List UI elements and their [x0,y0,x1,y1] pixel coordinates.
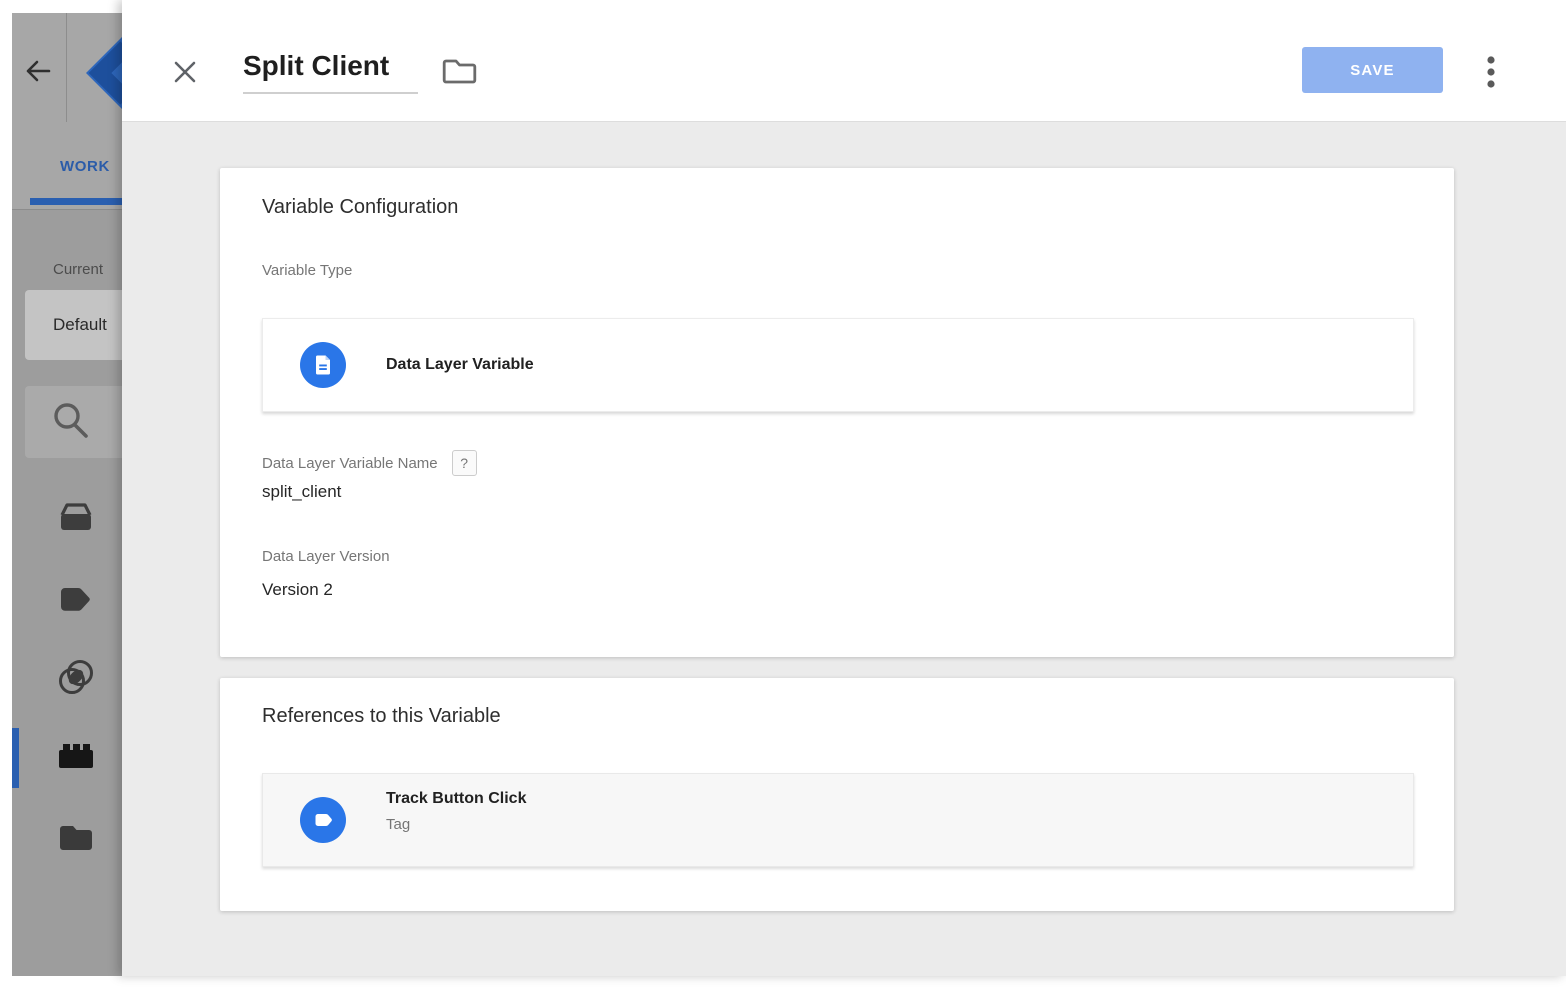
data-layer-variable-icon [300,342,346,388]
data-layer-variable-name-value: split_client [262,482,341,502]
variable-name-field[interactable]: Split Client [243,50,418,94]
workspace-selector[interactable]: Default [25,290,122,360]
overview-icon [57,500,95,534]
data-layer-version-label: Data Layer Version [262,548,390,565]
tag-icon [59,585,93,613]
back-button[interactable] [23,57,53,87]
active-tab-indicator [30,198,122,205]
reference-type: Tag [386,816,410,833]
variable-type-row[interactable]: Data Layer Variable [262,318,1414,412]
tab-workspace[interactable]: WORK [60,158,110,175]
folder-outline-icon [442,56,478,86]
save-button[interactable]: SAVE [1302,47,1443,93]
variable-title: Split Client [243,50,418,82]
back-arrow-icon [24,73,52,88]
move-to-folder-button[interactable] [440,54,480,90]
reference-row[interactable]: Track Button Click Tag [262,773,1414,867]
references-card: References to this Variable Track Button… [220,678,1454,911]
title-input-underline [243,92,418,94]
close-icon [170,57,200,87]
help-badge[interactable]: ? [452,450,477,476]
sidebar-header [12,13,122,122]
more-options-button[interactable] [1473,51,1509,91]
configuration-heading: Variable Configuration [262,196,458,219]
variable-type-label: Variable Type [262,262,352,279]
variable-editor-panel: Split Client SAVE Variable Configura [122,0,1566,976]
sidebar-dimmed: WORK Current Default [12,13,122,976]
references-heading: References to this Variable [262,705,501,728]
sidebar-tab-bar: WORK [12,122,122,210]
current-workspace-label: Current [53,261,103,278]
header-divider [66,13,67,122]
sidebar-item-variables[interactable] [57,739,95,775]
sidebar-item-overview[interactable] [57,500,95,536]
data-layer-variable-name-label-row: Data Layer Variable Name ? [262,450,477,476]
sidebar-item-folders[interactable] [57,821,95,857]
data-layer-version-value: Version 2 [262,580,333,600]
active-nav-indicator [12,728,19,788]
sidebar-item-tags[interactable] [57,582,95,618]
kebab-menu-icon [1473,51,1509,91]
search-icon [50,400,92,442]
editor-header: Split Client SAVE [122,0,1566,122]
gtm-variable-editor-screen: WORK Current Default [0,0,1566,990]
reference-title: Track Button Click [386,790,526,808]
variable-configuration-card: Variable Configuration Variable Type Dat… [220,168,1454,657]
variables-icon [57,741,95,771]
editor-content: Variable Configuration Variable Type Dat… [122,122,1566,976]
folder-icon [58,823,94,853]
sidebar-item-triggers[interactable] [57,658,95,694]
variable-type-value: Data Layer Variable [386,356,534,374]
close-button[interactable] [168,56,202,90]
data-layer-variable-name-label: Data Layer Variable Name [262,455,438,472]
gtm-logo-icon[interactable] [82,21,122,136]
triggers-icon [57,658,95,696]
sidebar-search-box[interactable] [25,386,122,458]
workspace-name: Default [53,290,107,360]
tag-reference-icon [300,797,346,843]
